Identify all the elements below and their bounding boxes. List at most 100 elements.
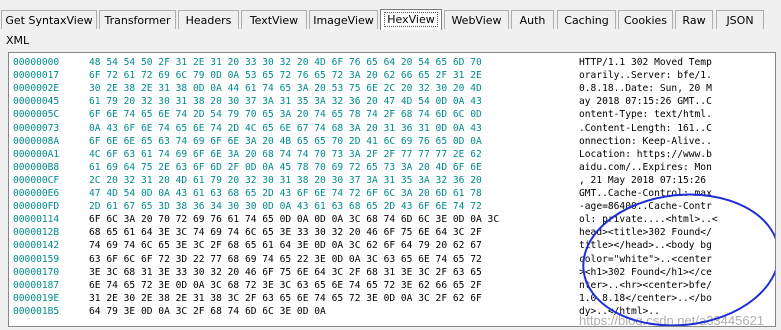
hexview-panel[interactable]: 000001B5 64 79 3E 0D 0A 3C 2F 68 74 6D 6C…	[8, 52, 776, 327]
hex-bytes: 0A 43 6F 6E 74 65 6E 74 2D 4C 65 6E 67 7…	[89, 122, 482, 134]
hex-offset: 000000CF	[13, 174, 60, 186]
ascii-text: Location: https://www.b	[579, 148, 712, 160]
hex-offset: 00000073	[13, 122, 60, 134]
hex-offset: 000000B8	[13, 161, 60, 173]
hex-row[interactable]: 0000005C 6F 6E 74 65 6E 74 2D 54 79 70 65…	[9, 108, 775, 121]
tab-auth[interactable]: Auth	[511, 10, 554, 29]
hex-bytes: 74 69 74 6C 65 3E 3C 2F 68 65 61 64 3E 0…	[89, 240, 482, 252]
ascii-text: onnection: Keep-Alive..	[579, 135, 712, 147]
ascii-text: title></head>..<body bg	[579, 240, 712, 252]
hex-offset: 00000187	[13, 279, 60, 291]
hex-row[interactable]: 00000045 61 79 20 32 30 31 38 20 30 37 3A…	[9, 95, 775, 108]
tab-cookies[interactable]: Cookies	[618, 10, 673, 29]
tab-hexview[interactable]: HexView	[380, 9, 442, 30]
hex-row[interactable]: 0000012B 68 65 61 64 3E 3C 74 69 74 6C 65…	[9, 226, 775, 239]
tab-label: Cookies	[623, 14, 668, 27]
ascii-text: .Content-Length: 161..C	[579, 122, 712, 134]
ascii-text: nter>..<hr><center>bfe/	[579, 279, 712, 291]
tab-label: Auth	[519, 14, 546, 27]
hex-offset: 00000017	[13, 70, 60, 82]
hex-row[interactable]: 00000073 0A 43 6F 6E 74 65 6E 74 2D 4C 65…	[9, 122, 775, 135]
hex-bytes: 4C 6F 63 61 74 69 6F 6E 3A 20 68 74 74 7…	[89, 148, 482, 160]
ascii-text: 1.0.8.18</center>..</bo	[579, 292, 712, 304]
hex-bytes: 48 54 54 50 2F 31 2E 31 20 33 30 32 20 4…	[89, 57, 482, 68]
tab-label: Caching	[564, 14, 609, 27]
hex-offset: 00000000	[13, 57, 60, 68]
tab-raw[interactable]: Raw	[675, 10, 713, 29]
hex-row[interactable]: 000000FD 2D 61 67 65 3D 38 36 34 30 30 0D…	[9, 200, 775, 213]
tab-label: TextView	[249, 14, 299, 27]
hex-offset: 0000012B	[13, 227, 60, 239]
ascii-text: color="white">..<center	[579, 253, 712, 265]
tab-label: JSON	[726, 14, 754, 27]
hex-bytes: 64 79 3E 0D 0A 3C 2F 68 74 6D 6C 3E 0D 0…	[89, 305, 326, 317]
hex-bytes: 6E 74 65 72 3E 0D 0A 3C 68 72 3E 3C 63 6…	[89, 279, 482, 291]
ascii-text: aidu.com/..Expires: Mon	[579, 161, 712, 173]
tab-label: Headers	[185, 14, 232, 27]
tab-json[interactable]: JSON	[716, 10, 764, 29]
hex-bytes: 30 2E 38 2E 31 38 0D 0A 44 61 74 65 3A 2…	[89, 83, 482, 95]
hex-row[interactable]: 0000019E 31 2E 30 2E 38 2E 31 38 3C 2F 63…	[9, 292, 775, 305]
hex-row[interactable]: 000000A1 4C 6F 63 61 74 69 6F 6E 3A 20 68…	[9, 148, 775, 161]
hex-row[interactable]: 00000159 63 6F 6C 6F 72 3D 22 77 68 69 74…	[9, 253, 775, 266]
tab-strip-row1: Get SyntaxView Transformer Headers TextView…	[0, 9, 781, 30]
tab-label: XML	[6, 34, 30, 47]
hex-bytes: 6F 6C 3A 20 70 72 69 76 61 74 65 0D 0A 0…	[89, 214, 500, 226]
hex-row[interactable]: 00000187 6E 74 65 72 3E 0D 0A 3C 68 72 3E…	[9, 279, 775, 292]
hex-offset: 000000A1	[13, 148, 60, 160]
tab-caching[interactable]: Caching	[557, 10, 616, 29]
tab-headers[interactable]: Headers	[178, 10, 239, 29]
hex-offset: 000001B5	[13, 305, 60, 317]
hex-bytes: 2C 20 32 31 20 4D 61 79 20 32 30 31 38 2…	[89, 174, 482, 186]
tab-label: HexView	[384, 12, 438, 27]
ascii-text: 0.8.18..Date: Sun, 20 M	[579, 83, 712, 95]
ascii-text: , 21 May 2018 07:15:26	[579, 174, 712, 186]
tab-label: Get SyntaxView	[5, 14, 93, 27]
hex-row[interactable]: 00000142 74 69 74 6C 65 3E 3C 2F 68 65 61…	[9, 239, 775, 252]
hex-offset: 0000019E	[13, 292, 60, 304]
ascii-text: ><h1>302 Found</h1></ce	[579, 266, 712, 278]
hex-bytes: 6F 6E 6E 65 63 74 69 6F 6E 3A 20 4B 65 6…	[89, 135, 482, 147]
hex-row[interactable]: 0000002E 30 2E 38 2E 31 38 0D 0A 44 61 74…	[9, 82, 775, 95]
ascii-text: head><title>302 Found</	[579, 227, 712, 239]
hex-bytes: 6F 6E 74 65 6E 74 2D 54 79 70 65 3A 20 7…	[89, 109, 482, 121]
ascii-text: HTTP/1.1 302 Moved Temp	[579, 57, 712, 68]
hex-offset: 00000159	[13, 253, 60, 265]
hex-row[interactable]: 000000CF 2C 20 32 31 20 4D 61 79 20 32 30…	[9, 174, 775, 187]
hex-bytes: 47 4D 54 0D 0A 43 61 63 68 65 2D 43 6F 6…	[89, 188, 482, 199]
hex-row[interactable]: 00000017 6F 72 61 72 69 6C 79 0D 0A 53 65…	[9, 69, 775, 82]
tab-get-syntaxview[interactable]: Get SyntaxView	[1, 10, 97, 29]
hex-offset: 00000142	[13, 240, 60, 252]
hex-offset: 0000005C	[13, 109, 60, 121]
hex-offset: 0000002E	[13, 83, 60, 95]
ascii-text: ol: private....<html>..<	[579, 214, 718, 226]
hex-bytes: 63 6F 6C 6F 72 3D 22 77 68 69 74 65 22 3…	[89, 253, 482, 265]
hex-offset: 00000045	[13, 96, 60, 108]
tab-strip-row2: XML	[0, 31, 781, 51]
hex-bytes: 3E 3C 68 31 3E 33 30 32 20 46 6F 75 6E 6…	[89, 266, 482, 278]
tab-imageview[interactable]: ImageView	[309, 10, 378, 29]
hex-bytes: 68 65 61 64 3E 3C 74 69 74 6C 65 3E 33 3…	[89, 227, 482, 239]
tab-label: Raw	[682, 14, 706, 27]
tab-label: WebView	[451, 14, 502, 27]
hex-offset: 0000008A	[13, 135, 60, 147]
hex-offset: 00000170	[13, 266, 60, 278]
hex-bytes: 31 2E 30 2E 38 2E 31 38 3C 2F 63 65 6E 7…	[89, 292, 482, 304]
hex-offset: 000000FD	[13, 201, 60, 213]
hex-offset: 000000E6	[13, 188, 60, 199]
hex-row[interactable]: 000000B8 61 69 64 75 2E 63 6F 6D 2F 0D 0A…	[9, 161, 775, 174]
hex-bytes: 61 79 20 32 30 31 38 20 30 37 3A 31 35 3…	[89, 96, 482, 108]
hex-row[interactable]: 000000E6 47 4D 54 0D 0A 43 61 63 68 65 2D…	[9, 187, 775, 200]
ascii-text: orarily..Server: bfe/1.	[579, 70, 712, 82]
tab-webview[interactable]: WebView	[444, 10, 509, 29]
hex-bytes: 2D 61 67 65 3D 38 36 34 30 30 0D 0A 43 6…	[89, 201, 482, 213]
tab-label: ImageView	[313, 14, 374, 27]
tab-textview[interactable]: TextView	[241, 10, 307, 29]
hex-row[interactable]: 0000008A 6F 6E 6E 65 63 74 69 6F 6E 3A 20…	[9, 135, 775, 148]
tab-transformer[interactable]: Transformer	[99, 10, 176, 29]
hex-row[interactable]: 00000170 3E 3C 68 31 3E 33 30 32 20 46 6F…	[9, 266, 775, 279]
tab-xml[interactable]: XML	[6, 31, 36, 50]
hex-row[interactable]: 00000000 48 54 54 50 2F 31 2E 31 20 33 30…	[9, 56, 775, 69]
hex-row[interactable]: 00000114 6F 6C 3A 20 70 72 69 76 61 74 65…	[9, 213, 775, 226]
ascii-text: ay 2018 07:15:26 GMT..C	[579, 96, 712, 108]
